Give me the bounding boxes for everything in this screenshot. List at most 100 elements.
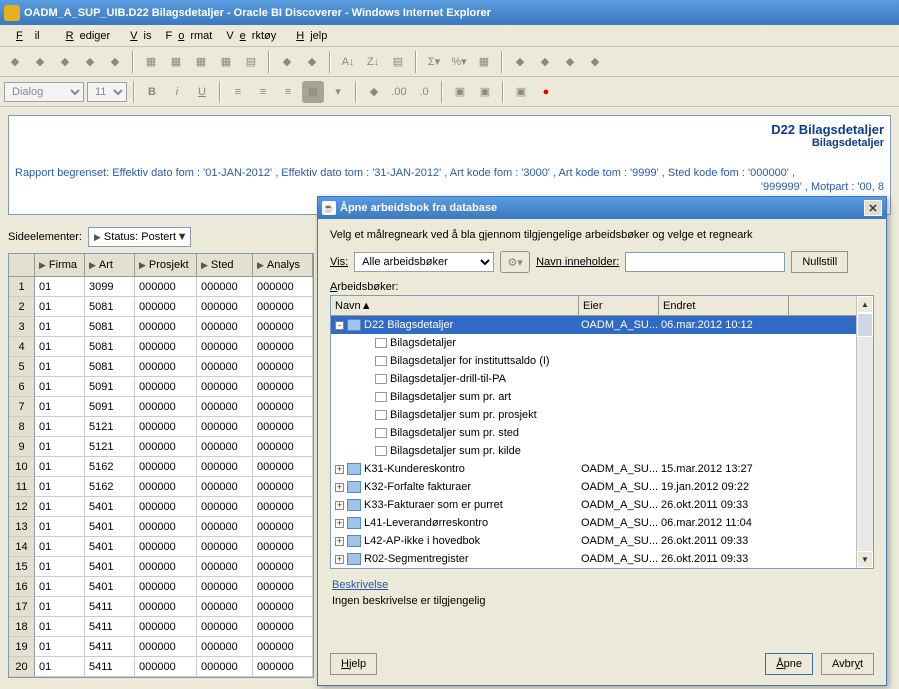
cell[interactable]: 000000 (197, 457, 253, 477)
cell[interactable]: 01 (35, 637, 85, 657)
row-header[interactable]: 18 (9, 617, 35, 637)
align-right-button[interactable]: ≡ (277, 81, 299, 103)
cell[interactable]: 000000 (135, 657, 197, 677)
cell[interactable]: 01 (35, 497, 85, 517)
cell[interactable]: 01 (35, 617, 85, 637)
toolbar-btn-1[interactable]: ◆ (4, 51, 26, 73)
cell[interactable]: 000000 (253, 537, 313, 557)
cell[interactable]: 000000 (135, 637, 197, 657)
row-header[interactable]: 16 (9, 577, 35, 597)
table-row[interactable]: 9015121000000000000000000 (9, 437, 313, 457)
table-row[interactable]: 5015081000000000000000000 (9, 357, 313, 377)
workbook-item[interactable]: +K31-KundereskontroOADM_A_SU...15.mar.20… (331, 460, 856, 478)
cell[interactable]: 000000 (197, 477, 253, 497)
toolbar-btn-9[interactable]: ▦ (215, 51, 237, 73)
tree-scrollbar[interactable]: ▲ ▼ (856, 296, 873, 568)
cell[interactable]: 000000 (197, 317, 253, 337)
cell[interactable]: 000000 (197, 517, 253, 537)
sheet-item[interactable]: Bilagsdetaljer (331, 334, 856, 352)
row-header[interactable]: 19 (9, 637, 35, 657)
cell[interactable]: 000000 (197, 597, 253, 617)
cell[interactable]: 5411 (85, 637, 135, 657)
cell[interactable]: 000000 (135, 417, 197, 437)
table-row[interactable]: 2015081000000000000000000 (9, 297, 313, 317)
scroll-thumb[interactable] (857, 313, 873, 337)
format-btn-5[interactable]: ▣ (449, 81, 471, 103)
cell[interactable]: 5411 (85, 597, 135, 617)
cell[interactable]: 000000 (197, 617, 253, 637)
cell[interactable]: 01 (35, 357, 85, 377)
cell[interactable]: 000000 (135, 397, 197, 417)
table-row[interactable]: 18015411000000000000000000 (9, 617, 313, 637)
nullstill-button[interactable]: Nullstill (791, 251, 848, 273)
hjelp-button[interactable]: Hjelp (330, 653, 377, 675)
cell[interactable]: 5162 (85, 477, 135, 497)
vis-combo[interactable]: Alle arbeidsbøker (354, 252, 494, 272)
cell[interactable]: 000000 (253, 277, 313, 297)
expand-icon[interactable]: + (335, 519, 344, 528)
row-header[interactable]: 11 (9, 477, 35, 497)
toolbar-btn-7[interactable]: ▦ (165, 51, 187, 73)
cell[interactable]: 01 (35, 377, 85, 397)
cell[interactable]: 000000 (135, 477, 197, 497)
font-size-combo[interactable]: 11 (87, 82, 127, 102)
cell[interactable]: 000000 (253, 357, 313, 377)
cell[interactable]: 000000 (135, 557, 197, 577)
format-btn-1[interactable]: ▾ (327, 81, 349, 103)
cell[interactable]: 5081 (85, 337, 135, 357)
cell[interactable]: 000000 (253, 657, 313, 677)
table-row[interactable]: 15015401000000000000000000 (9, 557, 313, 577)
cell[interactable]: 5121 (85, 417, 135, 437)
cell[interactable]: 000000 (135, 337, 197, 357)
cell[interactable]: 5081 (85, 297, 135, 317)
cell[interactable]: 5411 (85, 657, 135, 677)
cell[interactable]: 000000 (135, 497, 197, 517)
cell[interactable]: 000000 (135, 317, 197, 337)
table-row[interactable]: 19015411000000000000000000 (9, 637, 313, 657)
row-header[interactable]: 9 (9, 437, 35, 457)
sheet-item[interactable]: Bilagsdetaljer sum pr. art (331, 388, 856, 406)
cell[interactable]: 000000 (253, 377, 313, 397)
row-header[interactable]: 20 (9, 657, 35, 677)
toolbar-btn-4[interactable]: ◆ (79, 51, 101, 73)
cell[interactable]: 01 (35, 277, 85, 297)
cell[interactable]: 000000 (253, 617, 313, 637)
cell[interactable]: 01 (35, 557, 85, 577)
table-row[interactable]: 10015162000000000000000000 (9, 457, 313, 477)
cell[interactable]: 000000 (253, 577, 313, 597)
toolbar-btn-11[interactable]: ◆ (276, 51, 298, 73)
cell[interactable]: 000000 (197, 277, 253, 297)
format-decimal-inc[interactable]: .00 (388, 81, 410, 103)
cell[interactable]: 000000 (135, 457, 197, 477)
cell[interactable]: 5081 (85, 317, 135, 337)
format-btn-7[interactable]: ▣ (510, 81, 532, 103)
row-header[interactable]: 10 (9, 457, 35, 477)
sheet-item[interactable]: Bilagsdetaljer-drill-til-PA (331, 370, 856, 388)
row-header[interactable]: 3 (9, 317, 35, 337)
workbook-item[interactable]: +R02-SegmentregisterOADM_A_SU...26.okt.2… (331, 550, 856, 568)
col-eier[interactable]: Eier (579, 296, 659, 315)
cell[interactable]: 01 (35, 417, 85, 437)
row-header[interactable]: 7 (9, 397, 35, 417)
toolbar-percent[interactable]: %▾ (448, 51, 470, 73)
cell[interactable]: 000000 (197, 397, 253, 417)
col-navn[interactable]: Navn ▲ (331, 296, 579, 315)
row-header[interactable]: 14 (9, 537, 35, 557)
col-header-sted[interactable]: ▶Sted (197, 254, 253, 276)
toolbar-btn-19[interactable]: ◆ (509, 51, 531, 73)
row-header[interactable]: 17 (9, 597, 35, 617)
toolbar-btn-18[interactable]: ▦ (473, 51, 495, 73)
toolbar-sort-asc[interactable]: A↓ (337, 51, 359, 73)
cell[interactable]: 000000 (253, 317, 313, 337)
row-header[interactable]: 4 (9, 337, 35, 357)
cell[interactable]: 000000 (253, 637, 313, 657)
row-header[interactable]: 12 (9, 497, 35, 517)
align-left-button[interactable]: ≡ (227, 81, 249, 103)
row-header[interactable]: 15 (9, 557, 35, 577)
cell[interactable]: 000000 (253, 497, 313, 517)
cell[interactable]: 000000 (135, 617, 197, 637)
sheet-item[interactable]: Bilagsdetaljer sum pr. sted (331, 424, 856, 442)
cell[interactable]: 01 (35, 657, 85, 677)
table-row[interactable]: 4015081000000000000000000 (9, 337, 313, 357)
cell[interactable]: 000000 (197, 357, 253, 377)
